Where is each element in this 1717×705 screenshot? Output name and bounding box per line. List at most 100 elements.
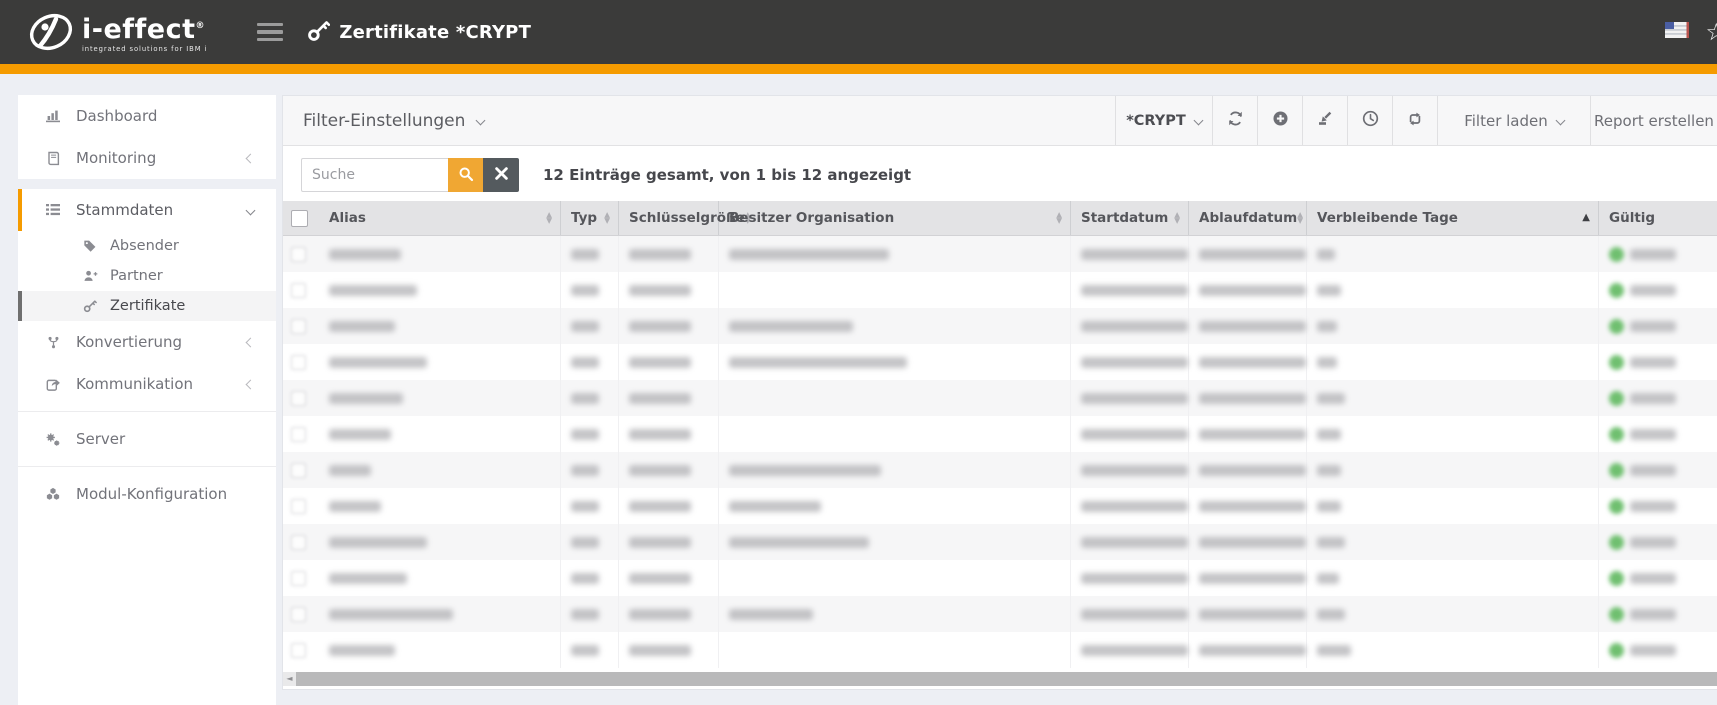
- table-row[interactable]: [283, 488, 1717, 524]
- cell-startdatum-redacted: [1071, 488, 1189, 524]
- transfer-button[interactable]: [1392, 96, 1437, 145]
- history-button[interactable]: [1347, 96, 1392, 145]
- scroll-left-arrow-icon[interactable]: ◄: [283, 672, 296, 686]
- column-header-besitzer_organisation[interactable]: Besitzer Organisation▲▼: [719, 201, 1071, 235]
- sidebar-item-konvertierung[interactable]: Konvertierung: [18, 321, 276, 363]
- row-checkbox[interactable]: [291, 499, 306, 514]
- table-row[interactable]: [283, 596, 1717, 632]
- row-checkbox[interactable]: [291, 571, 306, 586]
- sidebar-item-label: Konvertierung: [76, 333, 182, 351]
- ieffect-logo[interactable]: i-effect® integrated solutions for IBM i: [28, 9, 207, 55]
- logo-tagline: integrated solutions for IBM i: [82, 45, 207, 53]
- redacted-text-blob: [571, 645, 599, 656]
- row-checkbox[interactable]: [291, 463, 306, 478]
- sidebar-item-partner[interactable]: Partner: [18, 261, 276, 291]
- sidebar-item-dashboard[interactable]: Dashboard: [18, 95, 276, 137]
- row-checkbox[interactable]: [291, 355, 306, 370]
- row-checkbox-cell[interactable]: [283, 488, 319, 524]
- column-header-schluesselgroesse[interactable]: Schlüsselgröße▲▼: [619, 201, 719, 235]
- row-checkbox[interactable]: [291, 391, 306, 406]
- select-all-checkbox-cell[interactable]: [283, 201, 319, 235]
- redacted-text-blob: [1317, 645, 1351, 656]
- row-checkbox-cell[interactable]: [283, 344, 319, 380]
- cell-schluesselgroesse-redacted: [619, 308, 719, 344]
- sidebar-item-zertifikate[interactable]: Zertifikate: [18, 291, 276, 321]
- row-checkbox-cell[interactable]: [283, 596, 319, 632]
- hamburger-menu-icon[interactable]: [257, 23, 283, 42]
- row-checkbox-cell[interactable]: [283, 560, 319, 596]
- sidebar-item-kommunikation[interactable]: Kommunikation: [18, 363, 276, 405]
- filter-settings-toggle[interactable]: Filter-Einstellungen: [283, 96, 484, 145]
- table-row[interactable]: [283, 380, 1717, 416]
- table-row[interactable]: [283, 236, 1717, 272]
- sidebar-item-stammdaten[interactable]: Stammdaten: [18, 189, 276, 231]
- profile-dropdown[interactable]: *CRYPT: [1115, 96, 1212, 145]
- row-checkbox[interactable]: [291, 283, 306, 298]
- valid-status-icon: [1609, 319, 1624, 334]
- sidebar-item-modul-konfiguration[interactable]: Modul-Konfiguration: [18, 473, 276, 515]
- cell-ablaufdatum-redacted: [1189, 488, 1307, 524]
- column-header-alias[interactable]: Alias▲▼: [319, 201, 561, 235]
- sidebar-item-monitoring[interactable]: Monitoring: [18, 137, 276, 179]
- scrollbar-thumb[interactable]: [296, 672, 1717, 686]
- row-checkbox-cell[interactable]: [283, 236, 319, 272]
- filter-load-dropdown[interactable]: Filter laden: [1437, 96, 1590, 145]
- column-header-verbleibende_tage[interactable]: Verbleibende Tage▲: [1307, 201, 1599, 235]
- row-checkbox-cell[interactable]: [283, 524, 319, 560]
- redacted-text-blob: [1317, 609, 1345, 620]
- redacted-text-blob: [1630, 393, 1676, 404]
- table-row[interactable]: [283, 308, 1717, 344]
- row-checkbox[interactable]: [291, 319, 306, 334]
- cell-startdatum-redacted: [1071, 308, 1189, 344]
- table-row[interactable]: [283, 452, 1717, 488]
- sidebar-item-label: Zertifikate: [110, 298, 185, 314]
- row-checkbox-cell[interactable]: [283, 308, 319, 344]
- sidebar-item-absender[interactable]: Absender: [18, 231, 276, 261]
- column-header-startdatum[interactable]: Startdatum▲▼: [1071, 201, 1189, 235]
- row-checkbox[interactable]: [291, 607, 306, 622]
- column-header-gueltig[interactable]: Gültig: [1599, 201, 1717, 235]
- row-checkbox-cell[interactable]: [283, 416, 319, 452]
- row-checkbox-cell[interactable]: [283, 272, 319, 308]
- row-checkbox[interactable]: [291, 535, 306, 550]
- table-row[interactable]: [283, 524, 1717, 560]
- row-checkbox[interactable]: [291, 427, 306, 442]
- table-row[interactable]: [283, 416, 1717, 452]
- table-row[interactable]: [283, 344, 1717, 380]
- cell-schluesselgroesse-redacted: [619, 560, 719, 596]
- row-checkbox[interactable]: [291, 643, 306, 658]
- sort-asc-icon: ▲: [1582, 213, 1590, 223]
- redacted-text-blob: [1630, 573, 1676, 584]
- refresh-button[interactable]: [1212, 96, 1257, 145]
- language-flag-icon[interactable]: [1665, 22, 1689, 42]
- table-row[interactable]: [283, 560, 1717, 596]
- redacted-text-blob: [1199, 609, 1306, 620]
- cell-ablaufdatum-redacted: [1189, 524, 1307, 560]
- row-checkbox-cell[interactable]: [283, 632, 319, 668]
- row-checkbox-cell[interactable]: [283, 452, 319, 488]
- sidebar-item-label: Kommunikation: [76, 375, 193, 393]
- cell-besitzer_organisation-redacted: [719, 596, 1071, 632]
- search-button[interactable]: [448, 158, 483, 192]
- key-icon: [307, 19, 330, 46]
- import-button[interactable]: [1302, 96, 1347, 145]
- column-header-typ[interactable]: Typ▲▼: [561, 201, 619, 235]
- cell-ablaufdatum-redacted: [1189, 416, 1307, 452]
- cell-startdatum-redacted: [1071, 236, 1189, 272]
- row-checkbox-cell[interactable]: [283, 380, 319, 416]
- search-input[interactable]: [301, 158, 448, 192]
- select-all-checkbox[interactable]: [291, 210, 308, 227]
- sidebar-item-server[interactable]: Server: [18, 418, 276, 460]
- favorites-star-icon[interactable]: ☆: [1705, 20, 1717, 44]
- plus-circle-button[interactable]: [1257, 96, 1302, 145]
- horizontal-scrollbar[interactable]: ◄: [283, 672, 1717, 686]
- table-row[interactable]: [283, 272, 1717, 308]
- clear-search-button[interactable]: [483, 158, 519, 192]
- redacted-text-blob: [1081, 249, 1188, 260]
- table-row[interactable]: [283, 632, 1717, 668]
- column-header-ablaufdatum[interactable]: Ablaufdatum▲▼: [1189, 201, 1307, 235]
- valid-status-icon: [1609, 607, 1624, 622]
- code-fork-icon: [43, 335, 63, 350]
- row-checkbox[interactable]: [291, 247, 306, 262]
- create-report-button[interactable]: Report erstellen: [1590, 96, 1717, 145]
